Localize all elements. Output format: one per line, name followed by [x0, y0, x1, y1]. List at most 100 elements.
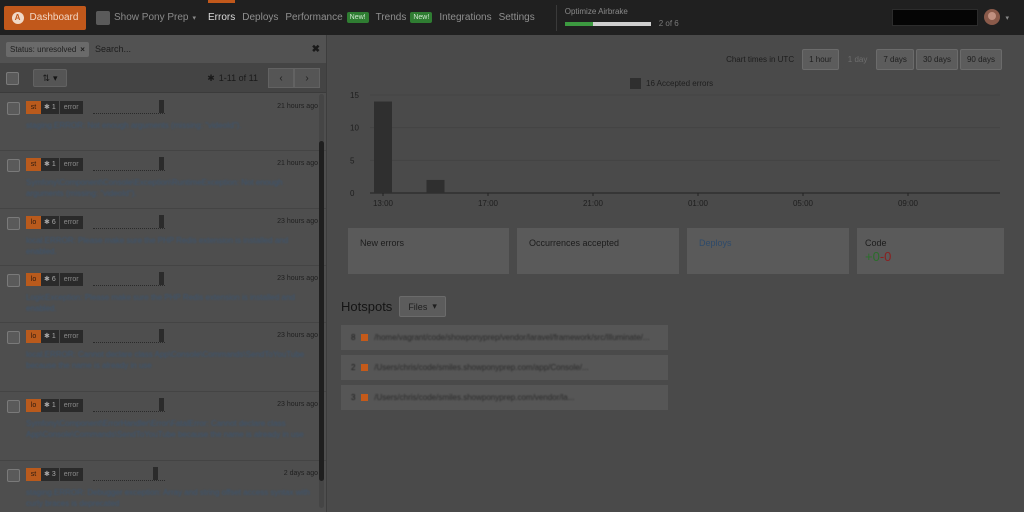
severity-tag: error: [59, 157, 83, 171]
list-toolbar: ⇅ ▾ ✱ 1-11 of 11 ‹ ›: [0, 64, 326, 93]
row-checkbox[interactable]: [7, 400, 20, 413]
error-message[interactable]: local.ERROR: Please make sure the PHP Re…: [26, 235, 318, 257]
error-list-item[interactable]: lo ✱ 1 error 23 hours ago local.ERROR: Cannot…: [0, 323, 326, 392]
nav-settings[interactable]: Settings: [499, 0, 535, 35]
error-time: 23 hours ago: [277, 218, 318, 225]
deploys-card: Deploys: [687, 228, 849, 274]
range-1-hour-button[interactable]: 1 hour: [802, 49, 839, 70]
nav-trends[interactable]: Trends New!: [376, 0, 433, 35]
error-list-item[interactable]: lo ✱ 6 error 23 hours ago LogicException: Ple…: [0, 266, 326, 323]
y-tick-label: 15: [350, 91, 359, 100]
hotspot-item[interactable]: 3 /Users/chris/code/smiles.showponyprep.…: [341, 385, 668, 410]
sparkline: [92, 157, 165, 171]
row-checkbox[interactable]: [7, 469, 20, 482]
x-tick-label: 05:00: [793, 199, 814, 208]
bug-icon: ✱: [44, 104, 50, 111]
avatar[interactable]: [984, 9, 1000, 25]
error-message[interactable]: local.ERROR: Cannot declare class App\Co…: [26, 349, 318, 371]
bug-icon: ✱: [44, 161, 50, 168]
environment-tag: st: [26, 100, 41, 114]
row-checkbox[interactable]: [7, 331, 20, 344]
dashboard-button[interactable]: A Dashboard: [4, 5, 86, 30]
scrollbar-thumb[interactable]: [319, 141, 324, 481]
sparkline-bar: [158, 272, 164, 285]
row-checkbox[interactable]: [7, 274, 20, 287]
legend-swatch: [630, 78, 641, 89]
sparkline-bar: [158, 100, 164, 113]
project-name: Show Pony Prep: [114, 12, 189, 23]
bug-icon: ✱: [44, 333, 50, 340]
dashboard-label: Dashboard: [29, 12, 79, 23]
severity-tag: error: [59, 467, 83, 481]
nav-errors[interactable]: Errors: [208, 0, 236, 35]
airbrake-logo-icon: A: [11, 11, 24, 24]
project-switcher[interactable]: Show Pony Prep ▾: [96, 10, 196, 25]
hotspot-item[interactable]: 8 /home/vagrant/code/showponyprep/vendor…: [341, 325, 668, 350]
range-90-days-button[interactable]: 90 days: [959, 49, 1002, 70]
x-tick-label: 13:00: [373, 199, 394, 208]
error-message[interactable]: LogicException: Please make sure the PHP…: [26, 292, 318, 314]
severity-tag: error: [59, 100, 83, 114]
code-title: Code: [865, 238, 887, 248]
clear-search-icon[interactable]: ✖: [312, 44, 320, 55]
file-icon: [361, 364, 369, 371]
error-list-item[interactable]: st ✱ 1 error 21 hours ago staging.ERROR: Not …: [0, 94, 326, 151]
files-dropdown[interactable]: Files ▾: [399, 296, 446, 317]
occurrence-count: ✱ 6: [41, 215, 59, 229]
nav-performance[interactable]: Performance New!: [285, 0, 369, 35]
deploys-link[interactable]: Deploys: [699, 238, 837, 248]
error-message[interactable]: staging.ERROR: Debugger exception: Array…: [26, 487, 318, 509]
range-1-day-button[interactable]: 1 day: [840, 49, 875, 70]
error-list-item[interactable]: lo ✱ 1 error 23 hours ago Symfony\Component\E…: [0, 392, 326, 461]
row-checkbox[interactable]: [7, 217, 20, 230]
pagination-label: 1-11 of 11: [218, 73, 258, 83]
error-message[interactable]: Symfony\Component\ErrorHandler\Error\Fat…: [26, 418, 318, 440]
main-nav: Errors Deploys Performance New! Trends New…: [208, 0, 542, 35]
error-time: 21 hours ago: [277, 160, 318, 167]
hotspot-item[interactable]: 2 /Users/chris/code/smiles.showponyprep.…: [341, 355, 668, 380]
select-all-checkbox[interactable]: [6, 71, 19, 85]
occurrence-count: ✱ 1: [41, 157, 59, 171]
chart-times-label: Chart times in UTC: [726, 55, 795, 64]
error-list-item[interactable]: lo ✱ 6 error 23 hours ago local.ERROR: Please…: [0, 209, 326, 266]
chevron-down-icon[interactable]: ▾: [1005, 14, 1009, 22]
hotspot-count: 3: [351, 393, 356, 402]
occurrences-card: Occurrences accepted: [517, 228, 679, 274]
nav-trends-label: Trends: [375, 12, 407, 23]
error-message[interactable]: staging.ERROR: Not enough arguments (mis…: [26, 120, 318, 131]
nav-settings-label: Settings: [498, 12, 535, 23]
sort-button[interactable]: ⇅ ▾: [33, 69, 67, 87]
search-input[interactable]: [94, 44, 275, 54]
next-page-button[interactable]: ›: [294, 68, 320, 88]
close-icon[interactable]: ×: [80, 45, 85, 54]
error-list-item[interactable]: st ✱ 1 error 21 hours ago Symfony\Component\C…: [0, 151, 326, 209]
sparkline: [92, 215, 165, 229]
sort-icon: ⇅: [42, 72, 50, 83]
occurrence-count-value: 6: [51, 218, 56, 226]
optimize-count: 2 of 6: [658, 19, 679, 28]
sparkline: [92, 100, 165, 114]
error-message[interactable]: Symfony\Component\Console\Exception\Runt…: [26, 177, 318, 199]
sparkline-bar: [152, 467, 158, 480]
error-time: 23 hours ago: [277, 401, 318, 408]
new-badge: New!: [346, 12, 369, 23]
optimize-progress-fill: [564, 21, 594, 26]
range-30-days-button[interactable]: 30 days: [915, 49, 958, 70]
occurrence-count-value: 1: [51, 401, 56, 409]
prev-page-button[interactable]: ‹: [268, 68, 294, 88]
nav-integrations[interactable]: Integrations: [439, 0, 491, 35]
nav-errors-label: Errors: [208, 12, 236, 23]
account-name-box[interactable]: [892, 9, 978, 26]
occurrence-count: ✱ 6: [41, 272, 59, 286]
bug-icon: ✱: [44, 471, 50, 478]
row-checkbox[interactable]: [7, 102, 20, 115]
range-7-days-button[interactable]: 7 days: [876, 49, 914, 70]
error-list-item[interactable]: st ✱ 3 error 2 days ago staging.ERROR: Debugg…: [0, 461, 326, 512]
optimize-label: Optimize Airbrake: [564, 7, 628, 16]
status-filter-chip[interactable]: Status: unresolved ×: [6, 41, 89, 57]
occurrence-count: ✱ 1: [41, 329, 59, 343]
nav-deploys[interactable]: Deploys: [242, 0, 278, 35]
scrollbar[interactable]: [319, 94, 324, 508]
row-checkbox[interactable]: [7, 159, 20, 172]
optimize-airbrake[interactable]: Optimize Airbrake 2 of 6: [555, 4, 679, 31]
